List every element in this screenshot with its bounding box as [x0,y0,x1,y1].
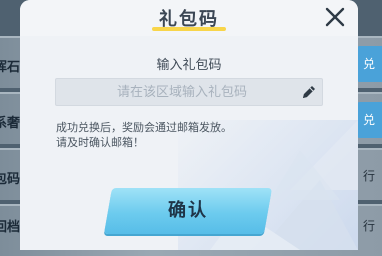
bg-row-action: 行 [362,219,375,233]
bg-row-label: 系奢 [0,116,21,131]
gift-code-field-label: 输入礼包码 [156,58,222,73]
close-icon [325,7,345,27]
gift-code-dialog: 礼包码 输入礼包码 成功兑换后，奖励会通过邮箱发放。 请及时确认邮箱！ 确认 [20,0,358,250]
bg-row-action: 兑 [356,46,382,82]
notice-line-1: 成功兑换后，奖励会通过邮箱发放。 [56,121,232,134]
bg-row-action: 兑 [356,102,382,138]
dialog-title: 礼包码 [159,9,219,30]
dialog-title-bar: 礼包码 [20,0,358,34]
bg-row-label: 回档 [0,220,21,235]
notice-line-2: 请及时确认邮箱！ [56,136,144,149]
confirm-button-label: 确认 [168,200,208,221]
gift-code-input[interactable] [56,79,300,105]
pencil-icon [303,86,315,98]
bg-row-action: 行 [362,169,375,183]
bg-row-label: 包码 [0,172,21,187]
confirm-button[interactable]: 确认 [103,188,273,234]
close-button[interactable] [322,4,348,30]
bg-row-label: 挥石 [0,60,21,75]
gift-code-input-box[interactable] [55,78,323,106]
